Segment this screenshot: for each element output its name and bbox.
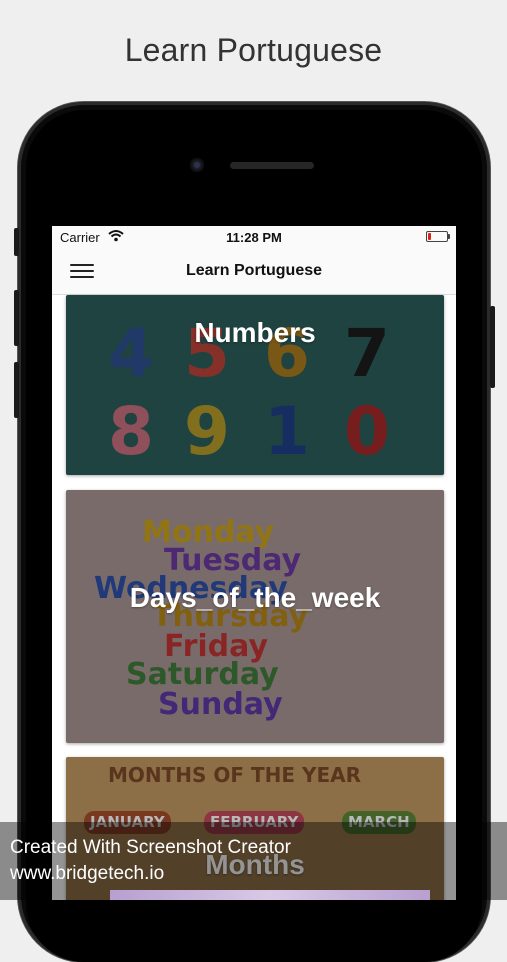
- category-list: 4 5 6 7 8 9 1 0 Numbers Monday Tuesday W…: [52, 295, 456, 900]
- watermark-line-1: Created With Screenshot Creator: [10, 837, 291, 858]
- status-time: 11:28 PM: [226, 230, 282, 245]
- status-bar: Carrier 11:28 PM: [52, 226, 456, 248]
- mute-switch: [14, 228, 19, 256]
- front-camera: [190, 158, 204, 172]
- app-bar: Learn Portuguese: [52, 248, 456, 295]
- ad-banner-strip[interactable]: [110, 890, 430, 900]
- volume-up-button: [14, 290, 19, 346]
- page-headline: Learn Portuguese: [124, 32, 383, 68]
- category-card-days-of-the-week[interactable]: Monday Tuesday Wednesday Thursday Friday…: [66, 490, 444, 743]
- category-label-days-of-the-week: Days_of_the_week: [129, 582, 381, 613]
- volume-down-button: [14, 362, 19, 418]
- app-bar-title: Learn Portuguese: [185, 262, 323, 279]
- power-button: [490, 306, 495, 388]
- phone-screen: Carrier 11:28 PM Learn Portuguese 4 5 6 …: [52, 226, 456, 900]
- card-overlay: [66, 490, 444, 743]
- watermark-line-2: www.bridgetech.io: [10, 863, 165, 884]
- category-card-numbers[interactable]: 4 5 6 7 8 9 1 0 Numbers: [66, 295, 444, 475]
- earpiece-speaker: [230, 162, 314, 169]
- category-label-numbers: Numbers: [194, 317, 316, 348]
- battery-icon: [426, 231, 450, 242]
- watermark-banner: Created With Screenshot Creator www.brid…: [0, 822, 507, 900]
